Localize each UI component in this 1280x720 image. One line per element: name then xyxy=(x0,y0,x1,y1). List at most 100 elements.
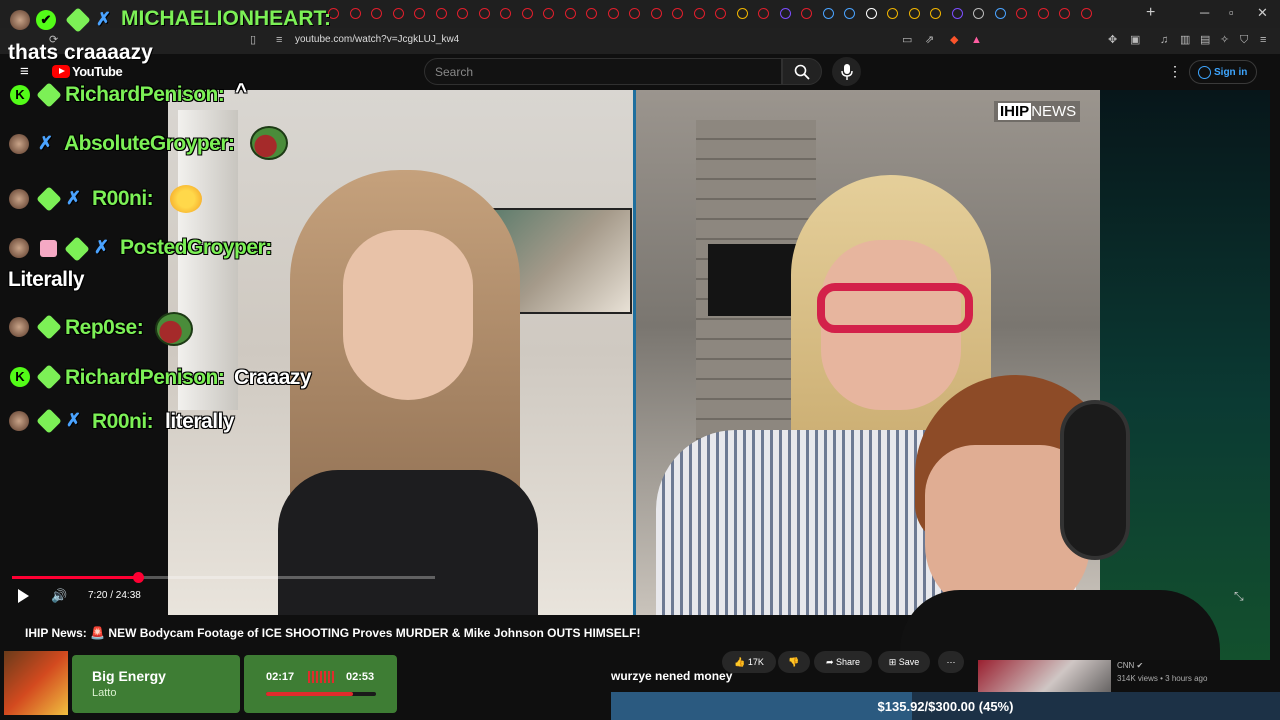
progress-scrubber[interactable] xyxy=(133,572,145,583)
search-button[interactable] xyxy=(782,58,822,85)
song-total: 02:53 xyxy=(346,671,375,683)
avatar xyxy=(9,411,29,431)
browser-tab[interactable] xyxy=(930,8,941,19)
music-icon[interactable]: ♫ xyxy=(1160,34,1172,46)
browser-tab[interactable] xyxy=(693,8,705,19)
diamond-badge-icon xyxy=(36,364,62,390)
channel-watermark: IHIP NEWS xyxy=(994,101,1081,122)
save-button[interactable]: ⊞ Save xyxy=(878,651,930,673)
search-input[interactable]: Search xyxy=(424,58,782,85)
next-video-channel[interactable]: CNN ✔ xyxy=(1117,661,1143,670)
chat-username: PostedGroyper: xyxy=(120,236,272,259)
progress-bar[interactable] xyxy=(12,572,435,583)
pepe-emote-icon xyxy=(155,312,193,346)
chat-username: R00ni: xyxy=(92,410,154,433)
browser-tab[interactable] xyxy=(994,8,1006,19)
chat-username: RichardPenison: xyxy=(65,366,225,389)
leo-icon[interactable]: ✧ xyxy=(1220,34,1232,46)
browser-tab[interactable] xyxy=(521,8,533,19)
browser-menu-icon[interactable]: ≡ xyxy=(1260,34,1272,46)
sword-badge-icon: ✗ xyxy=(96,9,112,29)
sword-badge-icon: ✗ xyxy=(66,410,82,430)
song-progress-fill xyxy=(266,692,353,696)
play-icon[interactable] xyxy=(18,589,29,603)
browser-tab[interactable] xyxy=(1037,8,1049,19)
time-display: 7:20 / 24:38 xyxy=(88,590,141,601)
youtube-logo-text[interactable]: YouTube xyxy=(72,64,123,79)
share-page-icon[interactable]: ⇗ xyxy=(925,34,937,46)
pepe-emote-icon xyxy=(250,126,288,160)
browser-tab[interactable] xyxy=(607,8,619,19)
chat-username: R00ni: xyxy=(92,187,154,210)
more-icon: ⋯ xyxy=(946,657,956,667)
kick-badge-icon: K xyxy=(10,367,30,387)
browser-tab[interactable] xyxy=(779,8,791,19)
wallet-icon[interactable]: ▤ xyxy=(1200,34,1212,46)
vpn-icon[interactable]: ⛉ xyxy=(1240,34,1252,46)
watermark-left: IHIP xyxy=(998,103,1032,120)
browser-tab[interactable] xyxy=(349,8,361,19)
browser-tab[interactable] xyxy=(672,8,683,19)
extension-icon[interactable]: ✥ xyxy=(1108,34,1120,46)
sign-in-button[interactable]: Sign in xyxy=(1189,60,1257,84)
kick-badge-icon: K xyxy=(10,85,30,105)
rewards-icon[interactable]: ▲ xyxy=(971,34,983,46)
browser-tab[interactable] xyxy=(844,8,855,19)
browser-tab[interactable] xyxy=(973,8,984,19)
brave-shield-icon[interactable]: ◆ xyxy=(950,34,962,46)
red-glasses xyxy=(817,283,973,333)
fullscreen-icon[interactable]: ⤡ xyxy=(1234,589,1244,604)
share-button[interactable]: ➦ Share xyxy=(814,651,872,673)
chat-banner-msg: thats craaaazy xyxy=(8,41,153,64)
hamburger-icon[interactable]: ≡ xyxy=(20,63,29,80)
browser-tab[interactable] xyxy=(908,8,920,19)
browser-tab[interactable] xyxy=(392,8,404,19)
more-actions-button[interactable]: ⋯ xyxy=(938,651,964,673)
browser-tab[interactable] xyxy=(822,8,834,19)
browser-tab[interactable] xyxy=(500,8,511,19)
avatar xyxy=(10,10,30,30)
browser-tab[interactable] xyxy=(586,8,597,19)
minimize-icon[interactable]: ─ xyxy=(1200,5,1209,20)
youtube-logo-icon[interactable] xyxy=(52,65,70,78)
browser-tab[interactable] xyxy=(736,8,748,19)
search-placeholder: Search xyxy=(435,65,474,79)
site-info-icon[interactable]: ≡ xyxy=(276,34,288,46)
browser-tab[interactable] xyxy=(564,8,576,19)
url-field[interactable]: youtube.com/watch?v=JcgkLUJ_kw4 xyxy=(295,34,459,45)
new-tab-button[interactable]: + xyxy=(1146,4,1155,22)
browser-tab[interactable] xyxy=(801,8,812,19)
maximize-icon[interactable]: ▫ xyxy=(1229,5,1234,20)
close-icon[interactable]: ✕ xyxy=(1257,5,1268,21)
browser-tab[interactable] xyxy=(371,8,382,19)
song-progress-bar xyxy=(266,692,376,696)
browser-tab[interactable] xyxy=(414,8,425,19)
sidebar-icon[interactable]: ▥ xyxy=(1180,34,1192,46)
chat-message: literally xyxy=(165,410,235,433)
browser-tab[interactable] xyxy=(435,8,447,19)
dislike-button[interactable]: 👎 xyxy=(778,651,810,673)
settings-menu-icon[interactable]: ⋮ xyxy=(1168,63,1182,80)
browser-tab[interactable] xyxy=(1059,8,1070,19)
browser-tab[interactable] xyxy=(1080,8,1092,19)
voice-search-button[interactable] xyxy=(832,57,861,86)
browser-tab[interactable] xyxy=(715,8,726,19)
browser-tab[interactable] xyxy=(650,8,662,19)
chat-username: Rep0se: xyxy=(65,316,144,339)
chat-message: ^ xyxy=(235,80,247,103)
browser-tab[interactable] xyxy=(478,8,490,19)
browser-tab[interactable] xyxy=(758,8,769,19)
browser-tab[interactable] xyxy=(1016,8,1027,19)
save-label: Save xyxy=(898,657,920,667)
screenshot-icon[interactable]: ▣ xyxy=(1130,34,1142,46)
browser-tab[interactable] xyxy=(865,8,877,19)
browser-tab[interactable] xyxy=(543,8,554,19)
bookmark-icon[interactable]: ▯ xyxy=(250,34,262,46)
browser-tab[interactable] xyxy=(951,8,963,19)
cast-icon[interactable]: ▭ xyxy=(902,34,914,46)
browser-tab[interactable] xyxy=(887,8,898,19)
browser-tab[interactable] xyxy=(629,8,640,19)
chat-message: Literally xyxy=(8,268,85,291)
browser-tab[interactable] xyxy=(457,8,468,19)
volume-icon[interactable]: 🔊 xyxy=(51,589,67,603)
